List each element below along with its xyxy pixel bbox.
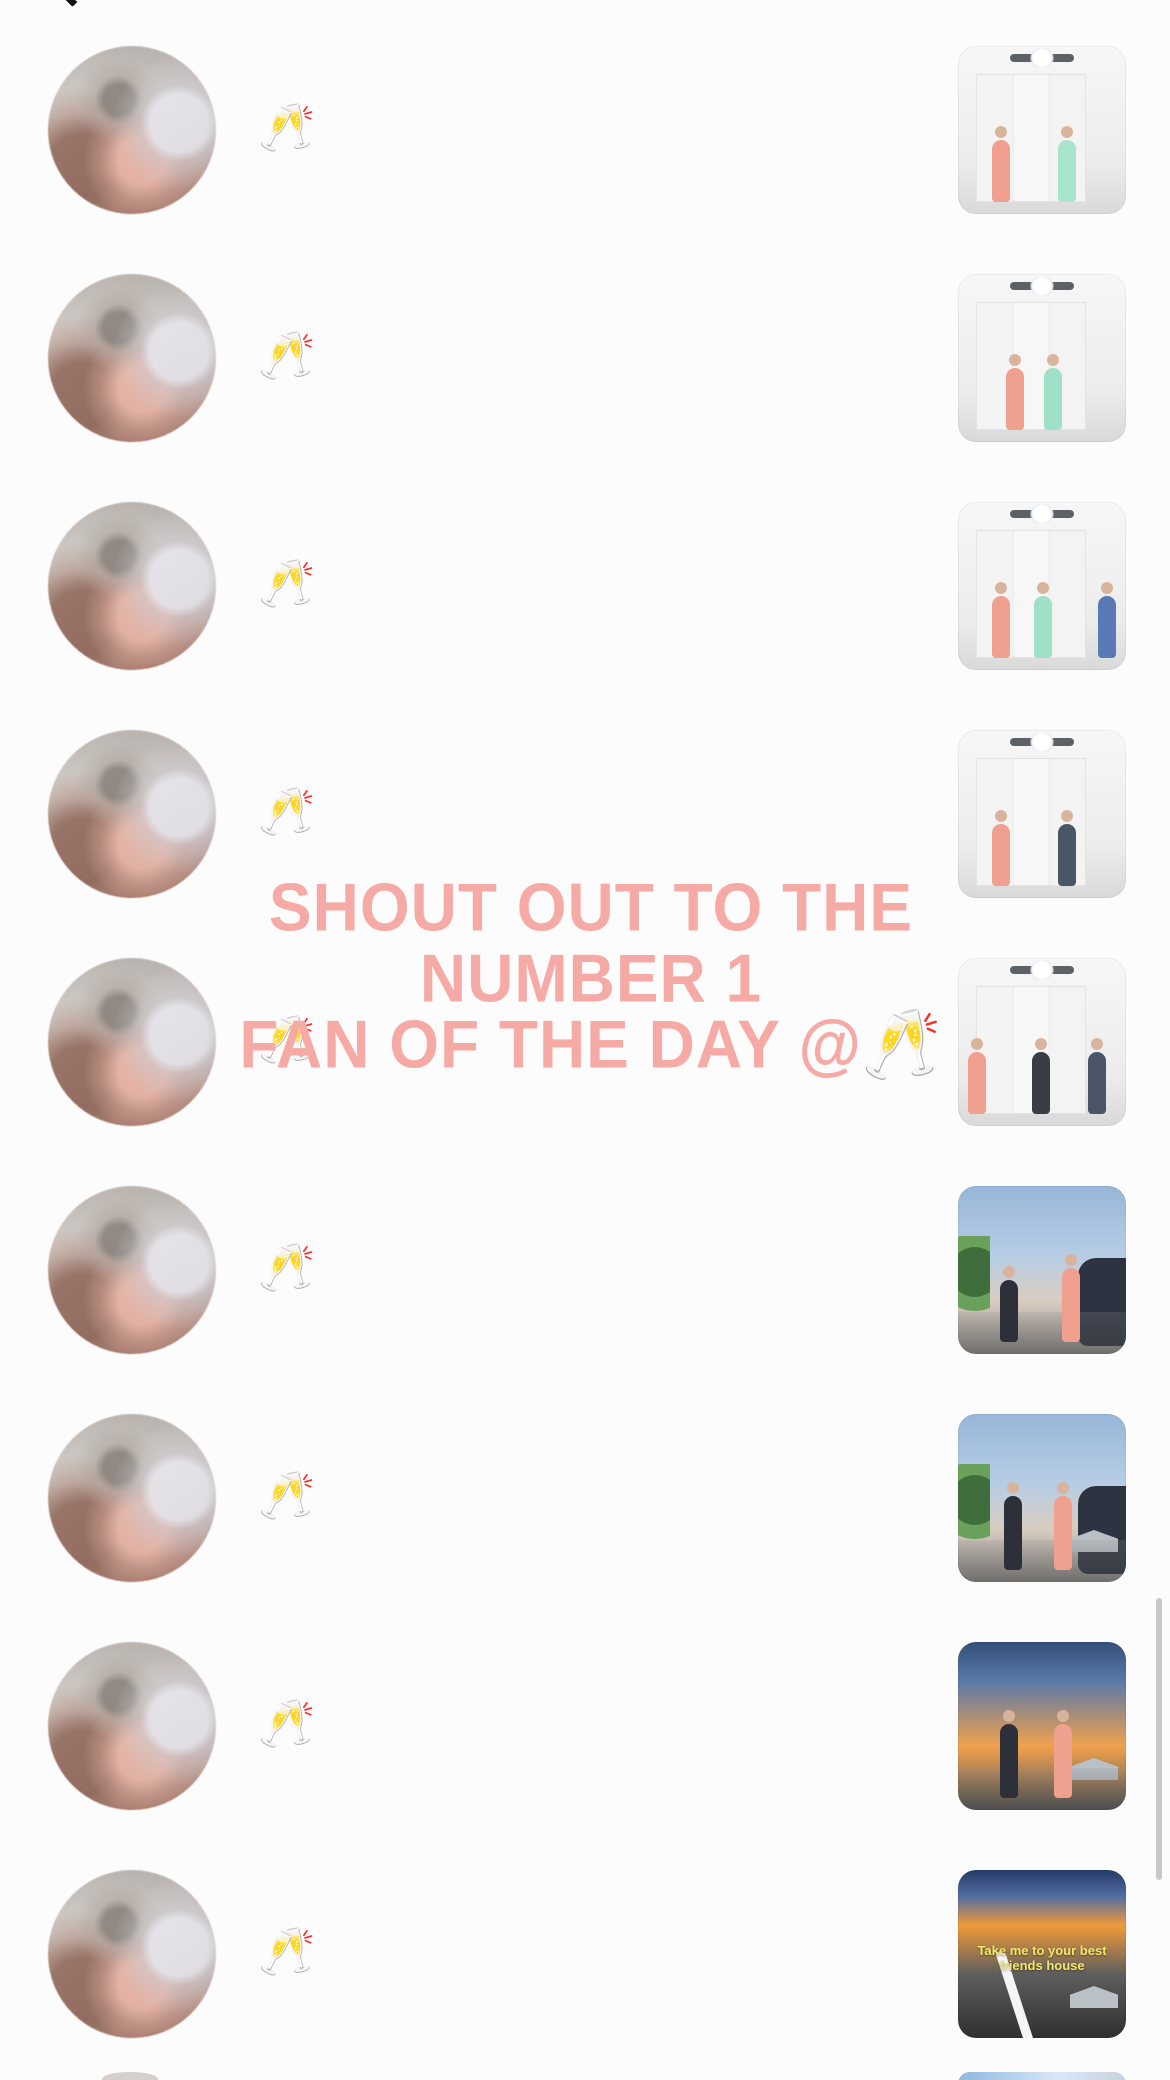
light-icon [1028, 48, 1056, 68]
message-text: 🥂 [258, 1696, 316, 1750]
person-icon [1054, 1482, 1072, 1570]
avatar[interactable] [48, 730, 216, 898]
message-text: 🥂 [258, 100, 316, 154]
avatar[interactable] [48, 502, 216, 670]
message-text: 🥂 [258, 784, 316, 838]
avatar[interactable] [48, 1870, 216, 2038]
list-item[interactable]: 🥂 [0, 46, 1170, 274]
video-thumbnail[interactable] [958, 958, 1126, 1126]
person-icon [1006, 354, 1024, 430]
message-text: 🥂 [258, 1240, 316, 1294]
person-icon [1098, 582, 1116, 658]
person-icon [1032, 1038, 1050, 1114]
wardrobe-icon [976, 302, 1086, 430]
video-thumbnail[interactable] [958, 1414, 1126, 1582]
wardrobe-icon [976, 986, 1086, 1114]
list-item[interactable]: 🥂 [0, 274, 1170, 502]
light-icon [1028, 276, 1056, 296]
list-item[interactable]: 🥂 [0, 730, 1170, 958]
message-text: 🥂 [258, 556, 316, 610]
scrollbar[interactable] [1156, 1598, 1162, 1880]
back-icon[interactable] [51, 0, 94, 8]
person-icon [1088, 1038, 1106, 1114]
person-icon [1004, 1482, 1022, 1570]
video-thumbnail[interactable] [958, 502, 1126, 670]
list-item[interactable]: 🥂 [0, 502, 1170, 730]
avatar[interactable] [48, 46, 216, 214]
person-icon [1044, 354, 1062, 430]
person-icon [1054, 1710, 1072, 1798]
ground-icon [958, 1312, 1126, 1354]
thumbnail-caption: Take me to your best friends house [977, 1943, 1107, 1973]
avatar[interactable] [48, 274, 216, 442]
person-icon [1000, 1266, 1018, 1342]
avatar-partial [102, 2072, 158, 2080]
person-icon [1062, 1254, 1080, 1342]
video-thumbnail[interactable] [958, 46, 1126, 214]
video-thumbnail-partial [958, 2072, 1126, 2080]
person-icon [1034, 582, 1052, 658]
light-icon [1028, 732, 1056, 752]
message-text: 🥂 [258, 328, 316, 382]
person-icon [992, 582, 1010, 658]
top-bar [0, 0, 1170, 8]
list-item[interactable]: 🥂 Take me to your best friends house [0, 1870, 1170, 2080]
person-icon [968, 1038, 986, 1114]
video-thumbnail[interactable] [958, 1642, 1126, 1810]
person-icon [1058, 126, 1076, 202]
list-item[interactable]: 🥂 [0, 958, 1170, 1186]
screen: 🥂 🥂 🥂 🥂 🥂 🥂 🥂 🥂 🥂 Take me to your best f… [0, 0, 1170, 2080]
person-icon [992, 126, 1010, 202]
avatar[interactable] [48, 1414, 216, 1582]
list-item[interactable]: 🥂 [0, 1186, 1170, 1414]
video-thumbnail[interactable] [958, 1186, 1126, 1354]
message-text: 🥂 [258, 1924, 316, 1978]
person-icon [1000, 1710, 1018, 1798]
message-text: 🥂 [258, 1012, 316, 1066]
avatar[interactable] [48, 1642, 216, 1810]
person-icon [1058, 810, 1076, 886]
light-icon [1028, 504, 1056, 524]
video-thumbnail[interactable] [958, 274, 1126, 442]
ground-icon [958, 1540, 1126, 1582]
list-item[interactable]: 🥂 [0, 1642, 1170, 1870]
avatar[interactable] [48, 958, 216, 1126]
house-icon [1070, 1986, 1118, 2008]
video-thumbnail[interactable]: Take me to your best friends house [958, 1870, 1126, 2038]
message-text: 🥂 [258, 1468, 316, 1522]
ground-icon [958, 1768, 1126, 1810]
person-icon [992, 810, 1010, 886]
video-thumbnail[interactable] [958, 730, 1126, 898]
light-icon [1028, 960, 1056, 980]
list-item[interactable]: 🥂 [0, 1414, 1170, 1642]
avatar[interactable] [48, 1186, 216, 1354]
